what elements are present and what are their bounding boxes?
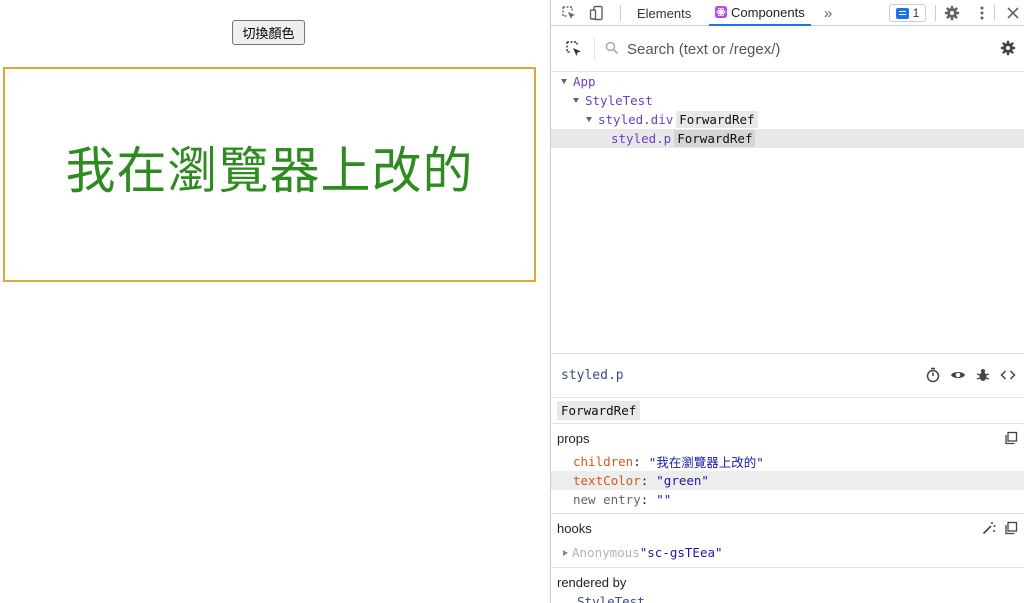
bug-icon[interactable] (975, 367, 991, 386)
inspector-header: styled.p (551, 354, 1024, 398)
timer-icon[interactable] (925, 367, 941, 386)
styled-paragraph: 我在瀏覽器上改的 (65, 142, 474, 200)
prop-value[interactable]: "" (656, 492, 671, 507)
copy-icon[interactable] (1004, 431, 1018, 448)
issues-count: 1 (912, 6, 920, 20)
hooks-title: hooks (557, 521, 592, 536)
props-title: props (557, 431, 590, 446)
tree-node-styletest[interactable]: StyleTest (551, 91, 1024, 110)
inspect-element-icon[interactable] (560, 4, 578, 22)
styled-div-box: 我在瀏覽器上改的 (3, 67, 536, 282)
select-component-icon[interactable] (565, 40, 583, 61)
toolbar-divider (935, 5, 936, 21)
prop-key: textColor (573, 473, 641, 488)
copy-icon[interactable] (1004, 521, 1018, 538)
toolbar-divider (994, 5, 995, 21)
tree-node-name: styled.div (598, 112, 674, 127)
prop-key: children (573, 454, 634, 469)
expand-caret-icon[interactable] (573, 98, 579, 103)
tree-node-name: App (573, 74, 596, 89)
prop-row-new-entry[interactable]: new entry: "" (551, 490, 1024, 509)
prop-value[interactable]: "green" (656, 473, 709, 488)
more-tabs-icon: » (824, 4, 833, 22)
prop-row-children[interactable]: children: "我在瀏覽器上改的" (551, 452, 1024, 471)
rendered-by-link[interactable]: StyleTest (577, 594, 645, 603)
prop-value[interactable]: "我在瀏覽器上改的" (649, 452, 764, 471)
more-options-icon[interactable] (973, 4, 991, 22)
more-tabs-button[interactable]: » (824, 0, 832, 26)
tree-node-styled-div[interactable]: styled.div ForwardRef (551, 110, 1024, 129)
search-icon (605, 41, 619, 58)
tab-elements-label: Elements (637, 5, 692, 21)
forwardref-badge: ForwardRef (557, 401, 641, 420)
toggle-color-button[interactable]: 切換顏色 (232, 20, 305, 45)
component-search-bar (551, 26, 1024, 72)
rendered-by-title: rendered by (557, 575, 627, 590)
hook-value: "sc-gsTEea" (639, 545, 723, 560)
expand-caret-icon[interactable] (561, 79, 567, 84)
tree-node-app[interactable]: App (551, 72, 1024, 91)
react-icon (715, 6, 727, 18)
page-viewport: 切換顏色 我在瀏覽器上改的 (0, 0, 550, 603)
inspector-badge-row: ForwardRef (551, 398, 1024, 424)
prop-key[interactable]: new entry (573, 492, 641, 507)
view-source-icon[interactable] (1000, 367, 1016, 386)
eye-icon[interactable] (950, 367, 966, 386)
tree-node-name: styled.p (611, 131, 672, 146)
hook-row[interactable]: Anonymous "sc-gsTEea" (551, 543, 1024, 562)
forwardref-badge: ForwardRef (674, 130, 756, 147)
component-tree: App StyleTest styled.div ForwardRef styl… (551, 72, 1024, 354)
search-divider (594, 38, 595, 60)
expand-caret-icon[interactable] (586, 117, 592, 122)
message-icon (895, 7, 909, 19)
magic-wand-icon[interactable] (982, 521, 996, 538)
tree-node-name: StyleTest (585, 93, 653, 108)
tree-node-styled-p[interactable]: styled.p ForwardRef (551, 129, 1024, 148)
forwardref-badge: ForwardRef (676, 111, 758, 128)
hooks-section: hooks Anonymous "sc-gsTEea" (551, 514, 1024, 568)
toolbar-divider (620, 5, 621, 21)
tab-elements[interactable]: Elements (637, 0, 691, 26)
component-settings-gear-icon[interactable] (1000, 40, 1016, 59)
expand-caret-icon[interactable] (563, 549, 568, 556)
props-section: props children: "我在瀏覽器上改的" textColor: "g… (551, 424, 1024, 514)
device-toolbar-icon[interactable] (588, 4, 606, 22)
issues-badge[interactable]: 1 (889, 4, 926, 22)
tab-components-label: Components (731, 4, 805, 20)
search-input[interactable] (627, 38, 957, 60)
prop-row-textcolor[interactable]: textColor: "green" (551, 471, 1024, 490)
settings-gear-icon[interactable] (943, 4, 961, 22)
rendered-by-section: rendered by StyleTest (551, 568, 1024, 603)
close-icon[interactable] (1004, 4, 1022, 22)
tab-components[interactable]: Components (709, 0, 811, 26)
hook-name: Anonymous (572, 545, 640, 560)
devtools-panel: Elements Components » 1 Search (text or … (550, 0, 1024, 603)
devtools-tabbar: Elements Components » 1 (551, 0, 1024, 26)
inspector-title: styled.p (561, 368, 624, 383)
